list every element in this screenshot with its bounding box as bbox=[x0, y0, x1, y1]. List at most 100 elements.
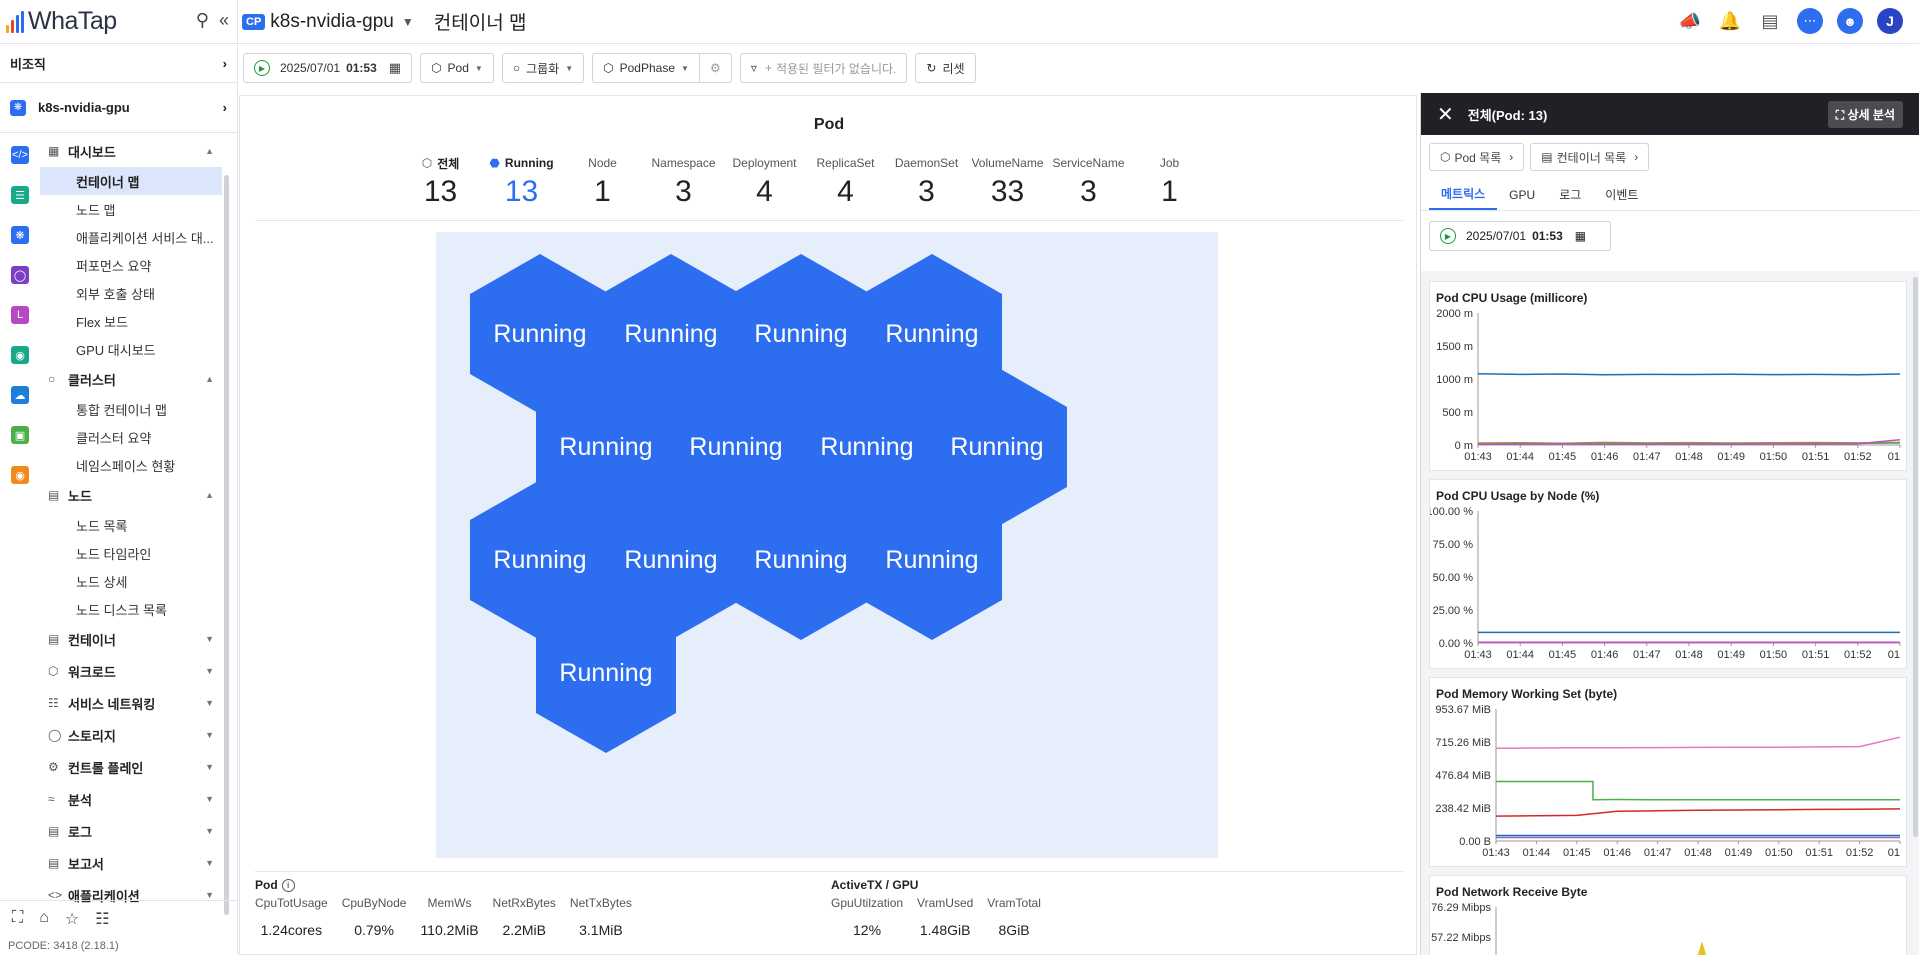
org-selector[interactable]: 비조직 › bbox=[0, 45, 237, 83]
sidebar-section[interactable]: ▤ 컨테이너 ▼ bbox=[40, 623, 222, 655]
stat-item[interactable]: ⬡ 전체 13 bbox=[400, 154, 481, 209]
project-selector[interactable]: CP k8s-nvidia-gpu ▼ bbox=[242, 11, 414, 33]
collapse-sidebar-icon[interactable]: « bbox=[219, 10, 229, 31]
resource-select[interactable]: ⬡ Pod ▼ bbox=[420, 53, 494, 83]
project-name: k8s-nvidia-gpu bbox=[270, 10, 394, 32]
metric-item: CpuTotUsage 1.24cores bbox=[255, 896, 328, 938]
stat-item[interactable]: Job 1 bbox=[1129, 154, 1210, 209]
sidebar-scrollbar[interactable] bbox=[224, 175, 229, 915]
stat-item[interactable]: Node 1 bbox=[562, 154, 643, 209]
bot-icon[interactable]: ☻ bbox=[1837, 8, 1863, 34]
stat-item[interactable]: ServiceName 3 bbox=[1048, 154, 1129, 209]
sidebar-item[interactable]: 네임스페이스 현황 bbox=[40, 451, 222, 479]
detail-analysis-button[interactable]: ⛶ 상세 분석 bbox=[1827, 100, 1903, 128]
container-list-link[interactable]: ▤ 컨테이너 목록 › bbox=[1530, 143, 1650, 171]
sidebar-section[interactable]: ▤ 노드 ▲ bbox=[40, 479, 222, 511]
rail-network[interactable]: ◉ bbox=[0, 335, 40, 375]
chevron-up-icon: ▲ bbox=[205, 374, 214, 384]
sidebar-item[interactable]: 애플리케이션 서비스 대... bbox=[40, 223, 222, 251]
stat-item[interactable]: ReplicaSet 4 bbox=[805, 154, 886, 209]
metric-chart-card[interactable]: Pod CPU Usage by Node (%) 100.00 % 75.00 %… bbox=[1429, 479, 1907, 669]
sidebar-section[interactable]: ▦ 대시보드 ▲ bbox=[40, 135, 222, 167]
sidebar-section[interactable]: ○ 클러스터 ▲ bbox=[40, 363, 222, 395]
bell-icon[interactable]: 🔔 bbox=[1717, 8, 1743, 34]
bookmark-list-icon[interactable]: ☷ bbox=[95, 909, 109, 929]
home-icon[interactable]: ⌂ bbox=[39, 909, 49, 929]
megaphone-icon[interactable]: 📣 bbox=[1677, 8, 1703, 34]
stat-label: ReplicaSet bbox=[816, 156, 875, 170]
rail-server[interactable]: ☰ bbox=[0, 175, 40, 215]
panel-scrollbar[interactable] bbox=[1913, 277, 1918, 837]
search-icon[interactable]: ⚲ bbox=[196, 10, 209, 31]
sidebar-item[interactable]: 노드 목록 bbox=[40, 511, 222, 539]
sidebar-item[interactable]: 퍼포먼스 요약 bbox=[40, 251, 222, 279]
panel-tabs: 메트릭스 GPU 로그 이벤트 bbox=[1421, 179, 1919, 211]
stat-item[interactable]: Deployment 4 bbox=[724, 154, 805, 209]
sidebar-section[interactable]: ▤ 로그 ▼ bbox=[40, 815, 222, 847]
sidebar-item[interactable]: 노드 상세 bbox=[40, 567, 222, 595]
metric-value: 8GiB bbox=[998, 922, 1030, 938]
sidebar-item[interactable]: Flex 보드 bbox=[40, 307, 222, 335]
sidebar-section[interactable]: ≈ 분석 ▼ bbox=[40, 783, 222, 815]
sidebar-item[interactable]: 컨테이너 맵 bbox=[40, 167, 222, 195]
archive-icon[interactable]: ▤ bbox=[1757, 8, 1783, 34]
stat-label-row: ⬣ Running bbox=[481, 154, 562, 172]
sidebar-section[interactable]: ⬡ 워크로드 ▼ bbox=[40, 655, 222, 687]
sidebar-project-selector[interactable]: ❋ k8s-nvidia-gpu › bbox=[0, 83, 237, 133]
sidebar-item[interactable]: 통합 컨테이너 맵 bbox=[40, 395, 222, 423]
stat-item[interactable]: ⬣ Running 13 bbox=[481, 154, 562, 209]
gear-icon[interactable]: ⚙ bbox=[698, 54, 731, 82]
stat-item[interactable]: Namespace 3 bbox=[643, 154, 724, 209]
sidebar-section[interactable]: ◯ 스토리지 ▼ bbox=[40, 719, 222, 751]
metric-chart-card[interactable]: Pod CPU Usage (millicore) 2000 m 1500 m 100… bbox=[1429, 281, 1907, 471]
panel-tab[interactable]: 메트릭스 bbox=[1429, 179, 1498, 210]
brand-logo[interactable]: WhaTap ⚲ « bbox=[0, 0, 238, 44]
sidebar-item[interactable]: 외부 호출 상태 bbox=[40, 279, 222, 307]
play-icon[interactable]: ▶ bbox=[254, 60, 270, 76]
close-icon[interactable]: ✕ bbox=[1437, 102, 1454, 127]
sidebar-item[interactable]: 노드 디스크 목록 bbox=[40, 595, 222, 623]
rail-log[interactable]: L bbox=[0, 295, 40, 335]
info-icon[interactable]: i bbox=[281, 878, 295, 892]
stat-item[interactable]: VolumeName 33 bbox=[967, 154, 1048, 209]
rail-cloud[interactable]: ☁ bbox=[0, 375, 40, 415]
rail-browser[interactable]: ▣ bbox=[0, 415, 40, 455]
metric-value: 110.2MiB bbox=[420, 922, 479, 938]
x-tick-label: 01:48 bbox=[1675, 451, 1703, 463]
filter-input[interactable]: ▿ + 적용된 필터가 없습니다. bbox=[739, 53, 908, 83]
panel-tab[interactable]: GPU bbox=[1497, 179, 1547, 210]
phase-select[interactable]: ⬡ PodPhase ▼ ⚙ bbox=[592, 53, 732, 83]
sidebar-item[interactable]: 노드 맵 bbox=[40, 195, 222, 223]
user-avatar[interactable]: J bbox=[1877, 8, 1903, 34]
gpu-metrics-group: ActiveTX / GPU GpuUtilzation 12% VramUsed 1… bbox=[831, 878, 1055, 938]
chat-icon[interactable]: ⋯ bbox=[1797, 8, 1823, 34]
sidebar-section[interactable]: ⚙ 컨트롤 플레인 ▼ bbox=[40, 751, 222, 783]
panel-tab[interactable]: 이벤트 bbox=[1593, 179, 1650, 210]
pod-list-link[interactable]: ⬡ Pod 목록 › bbox=[1429, 143, 1525, 171]
panel-tab[interactable]: 로그 bbox=[1547, 179, 1593, 210]
reset-button[interactable]: ↻ 리셋 bbox=[915, 53, 976, 83]
time-picker[interactable]: ▶ 2025/07/01 01:53 ▦ bbox=[243, 53, 413, 83]
sidebar-section[interactable]: ☷ 서비스 네트워킹 ▼ bbox=[40, 687, 222, 719]
stat-value: 3 bbox=[675, 175, 692, 208]
sidebar-item[interactable]: GPU 대시보드 bbox=[40, 335, 222, 363]
metric-chart-card[interactable]: Pod Network Receive Byte 76.29 Mibps 57.22… bbox=[1429, 875, 1907, 955]
star-icon[interactable]: ☆ bbox=[65, 909, 79, 929]
play-icon[interactable]: ▶ bbox=[1440, 228, 1456, 244]
stat-label: 전체 bbox=[437, 156, 460, 171]
panel-time-picker[interactable]: ▶ 2025/07/01 01:53 ▦ bbox=[1429, 221, 1611, 251]
metric-chart-card[interactable]: Pod Memory Working Set (byte) 953.67 MiB 7… bbox=[1429, 677, 1907, 867]
group-select[interactable]: ○ 그룹화 ▼ bbox=[501, 53, 585, 83]
sidebar-item[interactable]: 노드 타임라인 bbox=[40, 539, 222, 567]
rail-kubernetes[interactable]: ❋ bbox=[0, 215, 40, 255]
rail-alert[interactable]: ◉ bbox=[0, 455, 40, 495]
sidebar-section[interactable]: ▤ 보고서 ▼ bbox=[40, 847, 222, 879]
rail-code[interactable]: </> bbox=[0, 135, 40, 175]
chevron-down-icon: ▼ bbox=[205, 890, 214, 900]
stat-item[interactable]: DaemonSet 3 bbox=[886, 154, 967, 209]
x-tick-label: 01 bbox=[1888, 649, 1900, 661]
sidebar-item[interactable]: 클러스터 요약 bbox=[40, 423, 222, 451]
fullscreen-icon[interactable]: ⛶ bbox=[12, 909, 23, 929]
calendar-icon: ▦ bbox=[388, 60, 402, 75]
rail-database[interactable]: ◯ bbox=[0, 255, 40, 295]
